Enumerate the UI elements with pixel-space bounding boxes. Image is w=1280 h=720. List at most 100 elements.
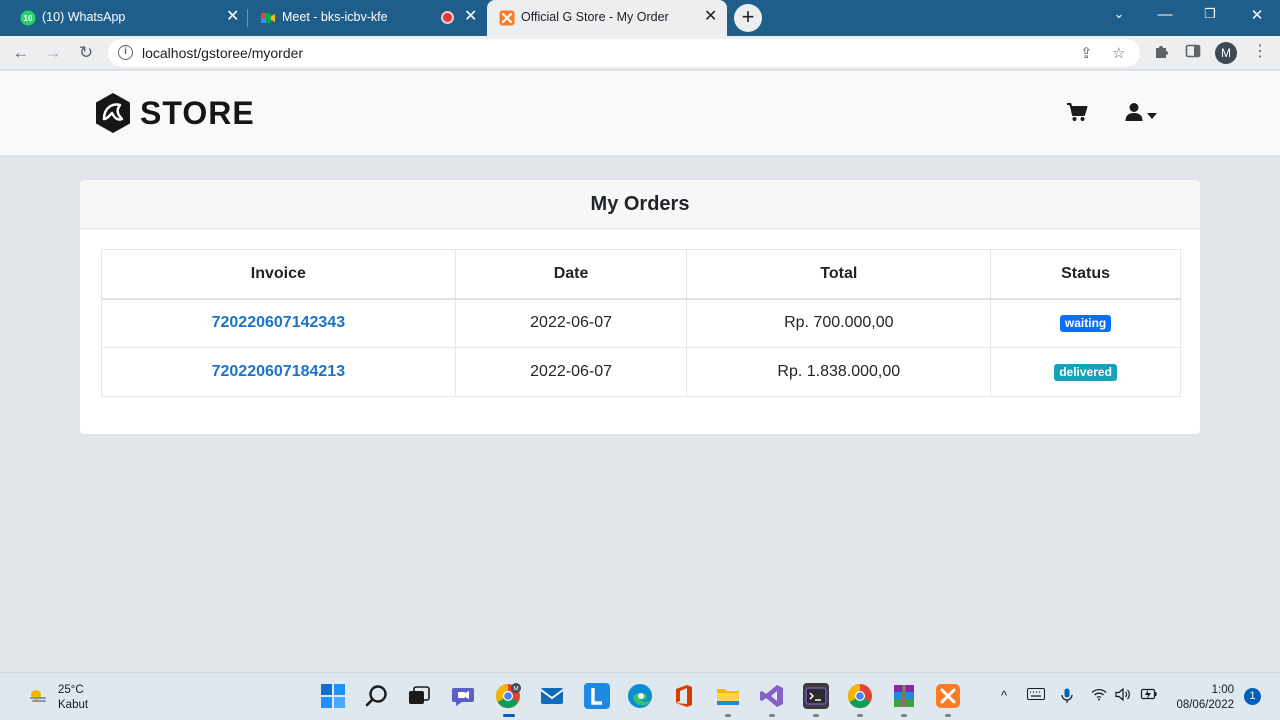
battery-charging-icon[interactable] bbox=[1139, 688, 1157, 703]
date-cell: 2022-06-07 bbox=[454, 298, 688, 348]
back-arrow-icon[interactable]: ← bbox=[10, 42, 32, 64]
app-indicator bbox=[813, 714, 819, 717]
status-cell: waiting bbox=[990, 298, 1181, 348]
extensions-icon[interactable] bbox=[1153, 43, 1169, 63]
column-header: Date bbox=[454, 249, 688, 300]
clock-time: 1:00 bbox=[1211, 684, 1234, 696]
orders-card: My Orders Invoice Date Total Status 7202… bbox=[79, 179, 1201, 435]
weather-widget[interactable]: 25°C Kabut bbox=[28, 683, 88, 713]
invoice-cell: 720220607142343 bbox=[101, 298, 456, 348]
clock-date: 08/06/2022 bbox=[1176, 699, 1234, 711]
l-app-icon[interactable] bbox=[584, 683, 610, 709]
tab-whatsapp[interactable]: 10 (10) WhatsApp ✕ bbox=[8, 0, 246, 36]
wifi-icon[interactable] bbox=[1091, 688, 1107, 704]
office-icon[interactable] bbox=[671, 683, 697, 709]
taskbar-clock[interactable]: 1:00 08/06/2022 bbox=[1168, 683, 1234, 713]
store-logo-icon bbox=[96, 93, 130, 133]
site-navbar: STORE bbox=[0, 71, 1280, 155]
weather-temp: 25°C bbox=[58, 684, 84, 696]
visual-studio-icon[interactable] bbox=[759, 683, 785, 709]
window-close-icon[interactable]: ✕ bbox=[1247, 6, 1267, 24]
app-indicator bbox=[945, 714, 951, 717]
recording-icon bbox=[441, 11, 454, 24]
google-meet-icon bbox=[260, 10, 276, 26]
address-bar[interactable]: i localhost/gstoree/myorder ⇪ ☆ bbox=[108, 39, 1140, 67]
invoice-link[interactable]: 720220607142343 bbox=[212, 314, 345, 331]
keyboard-icon[interactable] bbox=[1027, 688, 1045, 703]
close-tab-icon[interactable]: ✕ bbox=[704, 9, 717, 25]
browser-toolbar: ← → ↻ i localhost/gstoree/myorder ⇪ ☆ M … bbox=[0, 36, 1280, 70]
app-indicator bbox=[901, 714, 907, 717]
edge-icon[interactable] bbox=[627, 683, 653, 709]
status-badge: waiting bbox=[1059, 315, 1112, 333]
close-tab-icon[interactable]: ✕ bbox=[464, 9, 477, 25]
column-header: Status bbox=[990, 249, 1181, 300]
share-icon[interactable]: ⇪ bbox=[1080, 44, 1093, 62]
notification-badge[interactable]: 1 bbox=[1244, 688, 1261, 705]
chrome-icon[interactable] bbox=[847, 683, 873, 709]
side-panel-icon[interactable] bbox=[1185, 43, 1201, 63]
microphone-icon[interactable] bbox=[1061, 688, 1073, 707]
bookmark-star-icon[interactable]: ☆ bbox=[1112, 44, 1125, 62]
windows-taskbar: 25°C Kabut M ^ 1:00 08/06/2022 1 bbox=[0, 672, 1280, 720]
cart-icon[interactable] bbox=[1066, 102, 1088, 127]
tab-search-icon[interactable]: ⌄ bbox=[1109, 6, 1129, 22]
active-app-indicator bbox=[503, 714, 515, 717]
browser-tab-strip: 10 (10) WhatsApp ✕ Meet - bks-icbv-kfe ✕… bbox=[0, 0, 1280, 36]
table-header-row: Invoice Date Total Status bbox=[101, 249, 1181, 300]
logo-text: STORE bbox=[140, 94, 255, 131]
profile-avatar[interactable]: M bbox=[1215, 42, 1237, 64]
restore-icon[interactable]: ❐ bbox=[1200, 6, 1220, 22]
winrar-icon[interactable] bbox=[891, 683, 917, 709]
new-tab-button[interactable]: + bbox=[734, 4, 762, 32]
minimize-icon[interactable]: — bbox=[1155, 6, 1175, 23]
mail-icon[interactable] bbox=[539, 683, 565, 709]
xampp-app-icon[interactable] bbox=[935, 683, 961, 709]
orders-table: Invoice Date Total Status 72022060714234… bbox=[101, 249, 1181, 397]
chrome-profile-icon[interactable]: M bbox=[495, 683, 521, 709]
show-hidden-icons-chevron-icon[interactable]: ^ bbox=[1001, 688, 1007, 703]
whatsapp-badge: 10 bbox=[24, 14, 33, 23]
page-title: My Orders bbox=[80, 180, 1200, 229]
kebab-menu-icon[interactable]: ⋮ bbox=[1252, 41, 1268, 61]
reload-icon[interactable]: ↻ bbox=[75, 42, 97, 64]
tab-title: Meet - bks-icbv-kfe bbox=[282, 10, 388, 24]
search-icon[interactable] bbox=[364, 683, 390, 709]
date-cell: 2022-06-07 bbox=[454, 347, 688, 397]
app-indicator bbox=[769, 714, 775, 717]
total-cell: Rp. 1.838.000,00 bbox=[686, 347, 992, 397]
table-row: 720220607184213 2022-06-07 Rp. 1.838.000… bbox=[101, 347, 1181, 397]
app-indicator bbox=[725, 714, 731, 717]
status-cell: delivered bbox=[990, 347, 1181, 397]
forward-arrow-icon[interactable]: → bbox=[42, 42, 64, 64]
invoice-cell: 720220607184213 bbox=[101, 347, 456, 397]
total-cell: Rp. 700.000,00 bbox=[686, 298, 992, 348]
whatsapp-icon: 10 bbox=[20, 10, 36, 26]
user-dropdown[interactable] bbox=[1125, 102, 1157, 127]
app-indicator bbox=[857, 714, 863, 717]
address-url[interactable]: localhost/gstoree/myorder bbox=[142, 45, 303, 61]
chrome-profile-badge: M bbox=[513, 686, 518, 693]
user-icon bbox=[1125, 102, 1143, 127]
windows-start-icon[interactable] bbox=[320, 683, 346, 709]
volume-icon[interactable] bbox=[1115, 687, 1131, 704]
table-row: 720220607142343 2022-06-07 Rp. 700.000,0… bbox=[101, 298, 1181, 348]
fog-weather-icon bbox=[28, 687, 48, 710]
file-explorer-icon[interactable] bbox=[715, 683, 741, 709]
weather-desc: Kabut bbox=[58, 699, 89, 711]
tab-title: Official G Store - My Order bbox=[521, 10, 669, 24]
store-logo[interactable]: STORE bbox=[92, 91, 255, 135]
column-header: Invoice bbox=[101, 249, 456, 300]
column-header: Total bbox=[686, 249, 992, 300]
caret-down-icon bbox=[1147, 106, 1157, 124]
invoice-link[interactable]: 720220607184213 bbox=[212, 363, 345, 380]
close-tab-icon[interactable]: ✕ bbox=[226, 9, 239, 25]
tab-meet[interactable]: Meet - bks-icbv-kfe ✕ bbox=[248, 0, 486, 36]
terminal-icon[interactable] bbox=[803, 683, 829, 709]
task-view-icon[interactable] bbox=[406, 683, 432, 709]
teams-chat-icon[interactable] bbox=[450, 683, 476, 709]
tab-title: (10) WhatsApp bbox=[42, 10, 126, 24]
tab-gstore[interactable]: Official G Store - My Order ✕ bbox=[487, 0, 727, 36]
status-badge: delivered bbox=[1054, 364, 1117, 381]
site-info-icon[interactable]: i bbox=[118, 45, 133, 60]
